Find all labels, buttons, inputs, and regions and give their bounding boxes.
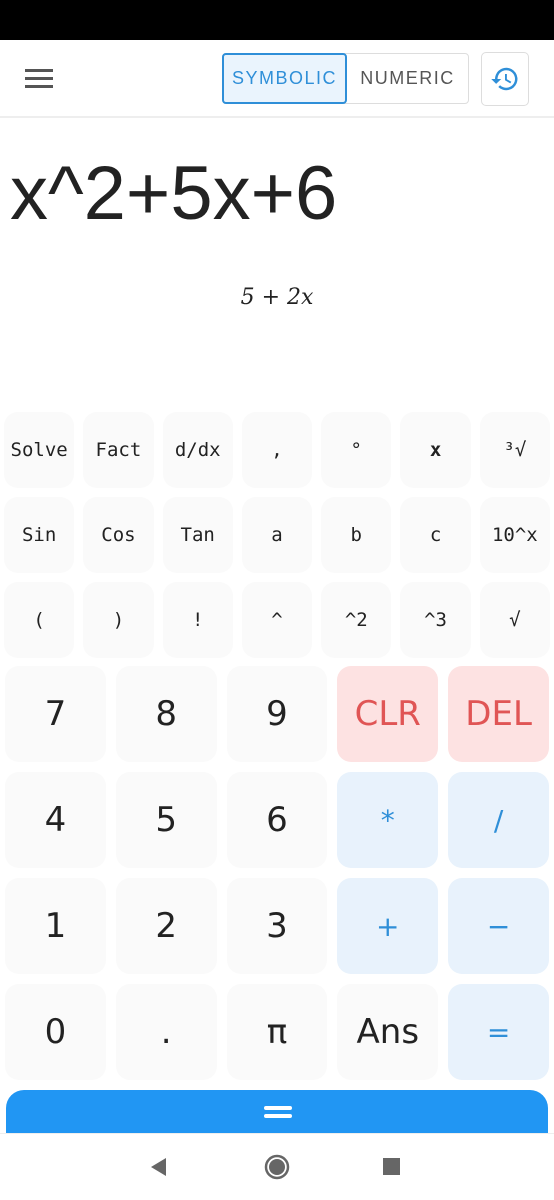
key-9[interactable]: 9: [226, 666, 328, 762]
key-symbol[interactable]: /: [448, 772, 549, 868]
key-sin[interactable]: Sin: [4, 497, 75, 573]
main-keypad: 7 8 9 CLR DEL 4 5 6 */ 1 2 3 + − 0. π Ans =: [5, 666, 549, 1080]
key-symbol[interactable]: ): [83, 582, 154, 658]
key-0[interactable]: 0: [5, 984, 106, 1080]
key-d-dx[interactable]: d/dx: [162, 412, 233, 488]
result-display: 5 + 2x: [0, 285, 554, 310]
key-10-x[interactable]: 10^x: [479, 497, 550, 573]
key-8[interactable]: 8: [115, 666, 217, 762]
key-2[interactable]: ^2: [321, 582, 392, 658]
expression-display[interactable]: x^2+5x+6: [10, 150, 337, 237]
key-symbol[interactable]: °: [321, 412, 392, 488]
status-bar: [0, 0, 554, 40]
key-c[interactable]: c: [400, 497, 471, 573]
key-6[interactable]: 6: [226, 772, 328, 868]
key-symbol[interactable]: +: [337, 878, 439, 974]
key-ans[interactable]: Ans: [337, 984, 439, 1080]
hamburger-menu-icon[interactable]: [25, 69, 53, 89]
drag-handle-icon: [264, 1114, 292, 1118]
key-solve[interactable]: Solve: [4, 412, 75, 488]
key-3[interactable]: 3: [226, 878, 328, 974]
key-del[interactable]: DEL: [448, 666, 549, 762]
back-icon[interactable]: [150, 1157, 168, 1177]
key-tan[interactable]: Tan: [162, 497, 233, 573]
app-header: SYMBOLIC NUMERIC: [0, 40, 554, 118]
function-keypad: Solve Fact d/dx, ° x ³√ Sin Cos Tan a b c 10^x ()! ^ ^2…: [4, 412, 550, 658]
key-symbol[interactable]: (: [4, 582, 75, 658]
expand-keyboard-handle[interactable]: [6, 1090, 548, 1134]
key-5[interactable]: 5: [115, 772, 217, 868]
key-symbol[interactable]: ³√: [479, 412, 550, 488]
key-7[interactable]: 7: [5, 666, 106, 762]
drag-handle-icon: [264, 1106, 292, 1110]
mode-numeric-button[interactable]: NUMERIC: [347, 54, 468, 103]
key-b[interactable]: b: [321, 497, 392, 573]
key-a[interactable]: a: [241, 497, 313, 573]
key-symbol[interactable]: =: [448, 984, 549, 1080]
key-fact[interactable]: Fact: [83, 412, 154, 488]
key-symbol[interactable]: ,: [241, 412, 313, 488]
key-symbol[interactable]: ^: [241, 582, 313, 658]
key-symbol[interactable]: √: [479, 582, 550, 658]
result-text: 5 + 2x: [240, 285, 314, 310]
key-1[interactable]: 1: [5, 878, 106, 974]
mode-symbolic-button[interactable]: SYMBOLIC: [222, 53, 347, 104]
key-4[interactable]: 4: [5, 772, 106, 868]
history-icon: [491, 67, 518, 91]
key-symbol[interactable]: π: [226, 984, 328, 1080]
key-symbol[interactable]: .: [115, 984, 217, 1080]
key-symbol[interactable]: *: [337, 772, 439, 868]
key-x[interactable]: x: [400, 412, 471, 488]
mode-toggle: SYMBOLIC NUMERIC: [222, 53, 469, 104]
key-symbol[interactable]: !: [162, 582, 233, 658]
home-icon[interactable]: [264, 1154, 290, 1180]
key-3[interactable]: ^3: [400, 582, 471, 658]
key-cos[interactable]: Cos: [83, 497, 154, 573]
key-2[interactable]: 2: [115, 878, 217, 974]
recents-icon[interactable]: [383, 1158, 401, 1176]
key-clr[interactable]: CLR: [337, 666, 439, 762]
navigation-bar: [0, 1133, 554, 1200]
history-button[interactable]: [481, 52, 529, 106]
key-symbol[interactable]: −: [448, 878, 549, 974]
